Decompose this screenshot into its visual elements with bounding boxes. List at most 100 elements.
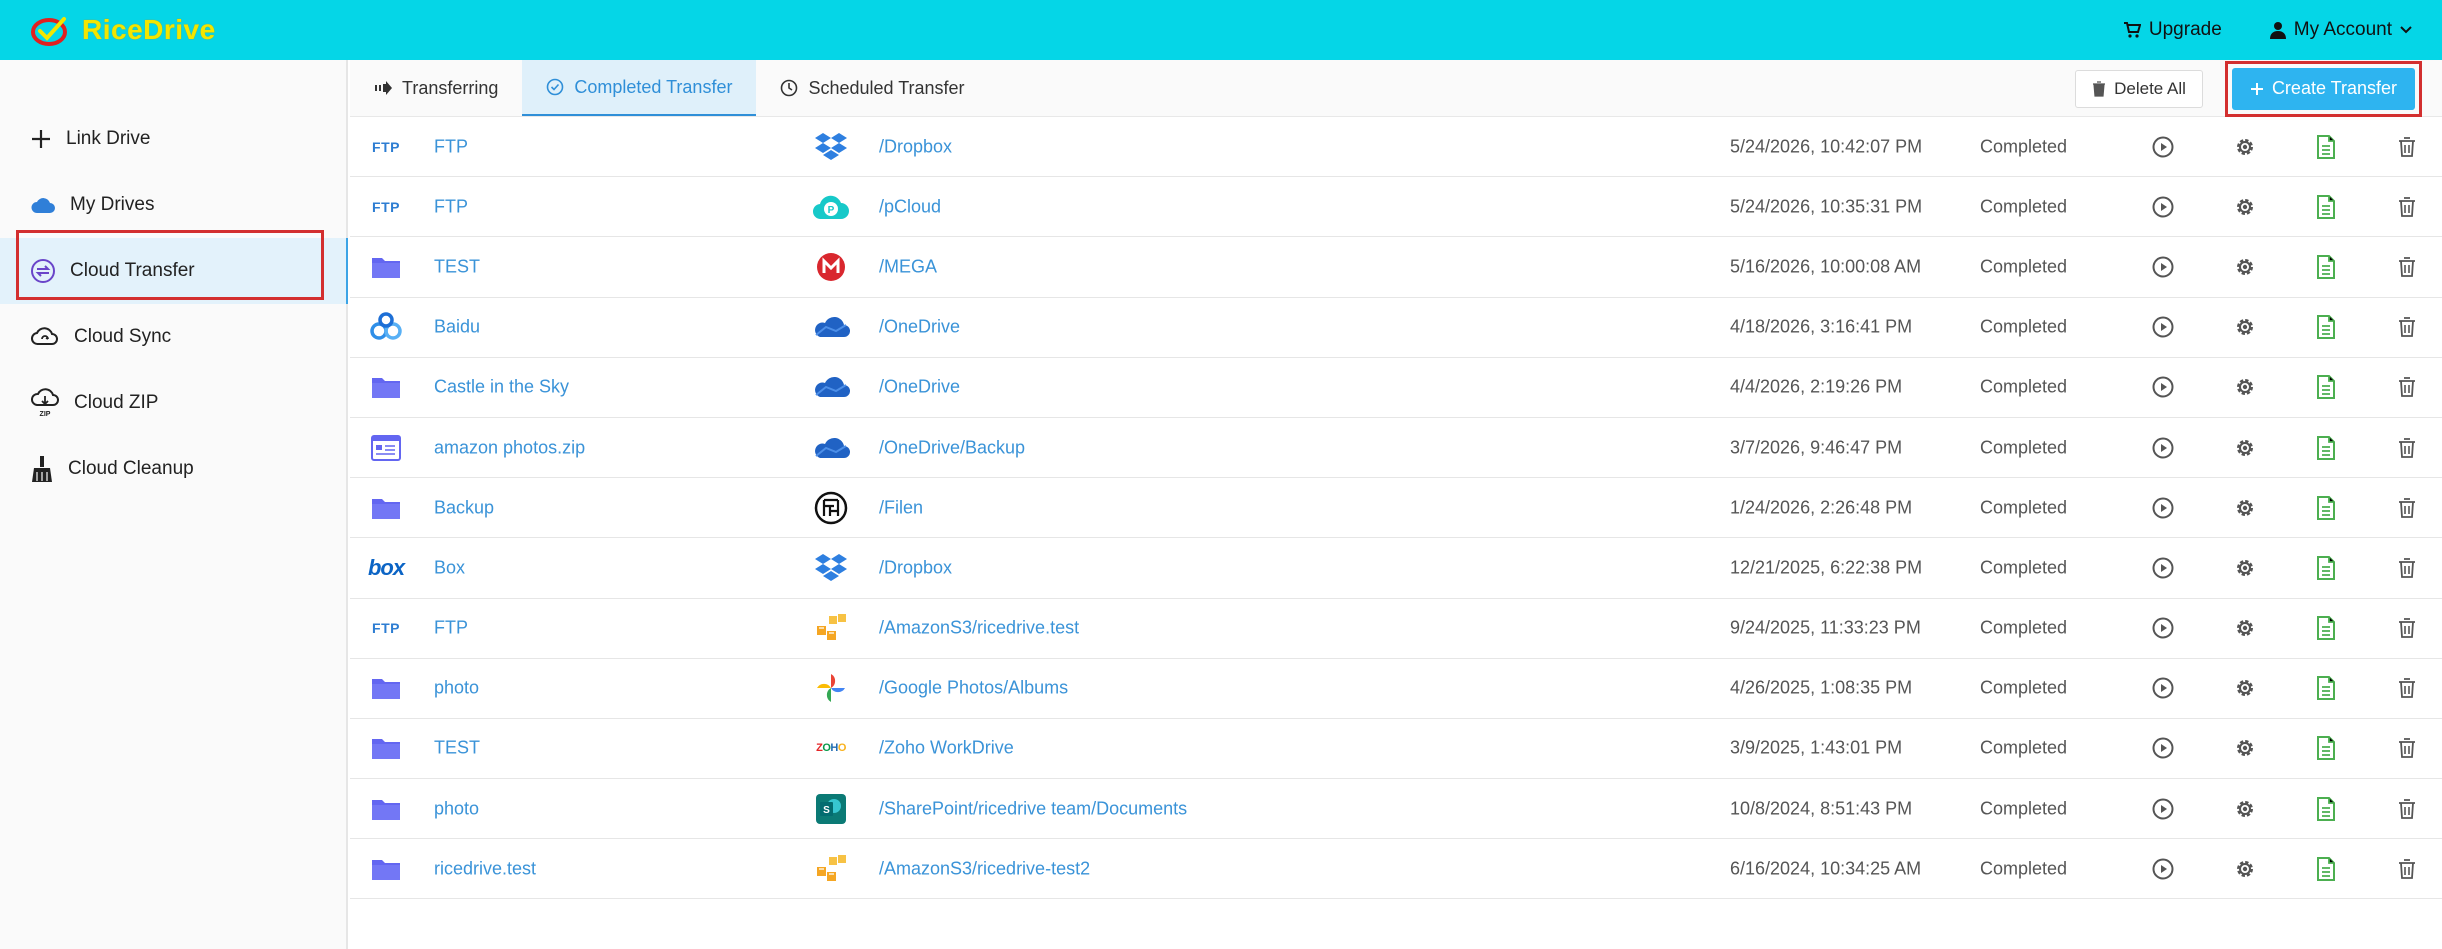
source-name[interactable]: Box [434, 557, 465, 578]
sidebar-item-cloud-transfer[interactable]: Cloud Transfer [0, 238, 348, 304]
table-row[interactable]: FTP FTP /AmazonS3/ricedrive.test 9/24/20… [350, 599, 2442, 659]
destination-path[interactable]: /Google Photos/Albums [879, 678, 1068, 699]
destination-path[interactable]: /OneDrive/Backup [879, 437, 1025, 458]
source-name[interactable]: FTP [434, 618, 468, 639]
gear-icon[interactable] [2232, 735, 2258, 761]
source-name[interactable]: FTP [434, 136, 468, 157]
log-icon[interactable] [2313, 194, 2339, 220]
log-icon[interactable] [2313, 435, 2339, 461]
table-row[interactable]: FTP FTP P /pCloud 5/24/2026, 10:35:31 PM… [350, 177, 2442, 238]
log-icon[interactable] [2313, 495, 2339, 521]
trash-icon[interactable] [2394, 555, 2420, 581]
trash-icon[interactable] [2394, 735, 2420, 761]
play-circle-icon[interactable] [2150, 254, 2176, 280]
source-name[interactable]: photo [434, 678, 479, 699]
trash-icon[interactable] [2394, 194, 2420, 220]
destination-path[interactable]: /OneDrive [879, 317, 960, 338]
sidebar-item-cloud-sync[interactable]: Cloud Sync [0, 304, 346, 370]
destination-path[interactable]: /Dropbox [879, 136, 952, 157]
gear-icon[interactable] [2232, 374, 2258, 400]
log-icon[interactable] [2313, 134, 2339, 160]
trash-icon[interactable] [2394, 796, 2420, 822]
gear-icon[interactable] [2232, 856, 2258, 882]
destination-path[interactable]: /OneDrive [879, 377, 960, 398]
sidebar-item-cloud-zip[interactable]: ZIP Cloud ZIP [0, 370, 346, 436]
gear-icon[interactable] [2232, 254, 2258, 280]
log-icon[interactable] [2313, 374, 2339, 400]
gear-icon[interactable] [2232, 675, 2258, 701]
gear-icon[interactable] [2232, 314, 2258, 340]
account-menu[interactable]: My Account [2269, 19, 2412, 41]
destination-path[interactable]: /MEGA [879, 256, 937, 277]
source-name[interactable]: Backup [434, 497, 494, 518]
destination-path[interactable]: /Zoho WorkDrive [879, 738, 1014, 759]
destination-path[interactable]: /AmazonS3/ricedrive-test2 [879, 858, 1090, 879]
delete-all-button[interactable]: Delete All [2075, 69, 2203, 108]
table-row[interactable]: FTP FTP /Dropbox 5/24/2026, 10:42:07 PM … [350, 117, 2442, 178]
gear-icon[interactable] [2232, 435, 2258, 461]
play-circle-icon[interactable] [2150, 555, 2176, 581]
destination-path[interactable]: /Dropbox [879, 557, 952, 578]
table-row[interactable]: box Box /Dropbox 12/21/2025, 6:22:38 PM … [350, 538, 2442, 599]
log-icon[interactable] [2313, 254, 2339, 280]
tab-completed-transfer[interactable]: Completed Transfer [522, 60, 757, 116]
gear-icon[interactable] [2232, 555, 2258, 581]
trash-icon[interactable] [2394, 435, 2420, 461]
source-name[interactable]: Castle in the Sky [434, 377, 569, 398]
table-row[interactable]: Baidu /OneDrive 4/18/2026, 3:16:41 PM Co… [350, 298, 2442, 358]
play-circle-icon[interactable] [2150, 735, 2176, 761]
log-icon[interactable] [2313, 735, 2339, 761]
play-circle-icon[interactable] [2150, 194, 2176, 220]
sidebar-item-my-drives[interactable]: My Drives [0, 172, 346, 238]
create-transfer-button[interactable]: Create Transfer [2231, 67, 2415, 110]
upgrade-link[interactable]: Upgrade [2123, 19, 2222, 41]
destination-path[interactable]: /pCloud [879, 196, 941, 217]
table-row[interactable]: photo /Google Photos/Albums 4/26/2025, 1… [350, 659, 2442, 719]
log-icon[interactable] [2313, 555, 2339, 581]
source-name[interactable]: TEST [434, 256, 480, 277]
table-row[interactable]: TEST ZOHO /Zoho WorkDrive 3/9/2025, 1:43… [350, 719, 2442, 780]
table-row[interactable]: Backup /Filen 1/24/2026, 2:26:48 PM Comp… [350, 478, 2442, 539]
table-row[interactable]: amazon photos.zip /OneDrive/Backup 3/7/2… [350, 418, 2442, 479]
play-circle-icon[interactable] [2150, 856, 2176, 882]
log-icon[interactable] [2313, 796, 2339, 822]
tab-transferring[interactable]: Transferring [350, 60, 522, 116]
source-name[interactable]: Baidu [434, 317, 480, 338]
gear-icon[interactable] [2232, 495, 2258, 521]
source-name[interactable]: FTP [434, 196, 468, 217]
source-name[interactable]: amazon photos.zip [434, 437, 585, 458]
source-name[interactable]: TEST [434, 738, 480, 759]
logo[interactable]: RiceDrive [30, 13, 216, 47]
sidebar-item-link-drive[interactable]: Link Drive [0, 106, 346, 172]
tab-scheduled-transfer[interactable]: Scheduled Transfer [756, 60, 988, 116]
play-circle-icon[interactable] [2150, 314, 2176, 340]
trash-icon[interactable] [2394, 615, 2420, 641]
play-circle-icon[interactable] [2150, 495, 2176, 521]
gear-icon[interactable] [2232, 194, 2258, 220]
log-icon[interactable] [2313, 675, 2339, 701]
log-icon[interactable] [2313, 856, 2339, 882]
trash-icon[interactable] [2394, 495, 2420, 521]
source-name[interactable]: ricedrive.test [434, 858, 536, 879]
play-circle-icon[interactable] [2150, 675, 2176, 701]
play-circle-icon[interactable] [2150, 435, 2176, 461]
gear-icon[interactable] [2232, 615, 2258, 641]
gear-icon[interactable] [2232, 134, 2258, 160]
destination-path[interactable]: /Filen [879, 497, 923, 518]
play-circle-icon[interactable] [2150, 134, 2176, 160]
source-name[interactable]: photo [434, 798, 479, 819]
destination-path[interactable]: /SharePoint/ricedrive team/Documents [879, 798, 1187, 819]
play-circle-icon[interactable] [2150, 615, 2176, 641]
trash-icon[interactable] [2394, 856, 2420, 882]
trash-icon[interactable] [2394, 254, 2420, 280]
table-row[interactable]: ricedrive.test /AmazonS3/ricedrive-test2… [350, 839, 2442, 900]
table-row[interactable]: TEST /MEGA 5/16/2026, 10:00:08 AM Comple… [350, 237, 2442, 298]
play-circle-icon[interactable] [2150, 796, 2176, 822]
sidebar-item-cloud-cleanup[interactable]: Cloud Cleanup [0, 436, 346, 502]
table-row[interactable]: Castle in the Sky /OneDrive 4/4/2026, 2:… [350, 358, 2442, 418]
log-icon[interactable] [2313, 314, 2339, 340]
trash-icon[interactable] [2394, 134, 2420, 160]
trash-icon[interactable] [2394, 374, 2420, 400]
play-circle-icon[interactable] [2150, 374, 2176, 400]
gear-icon[interactable] [2232, 796, 2258, 822]
